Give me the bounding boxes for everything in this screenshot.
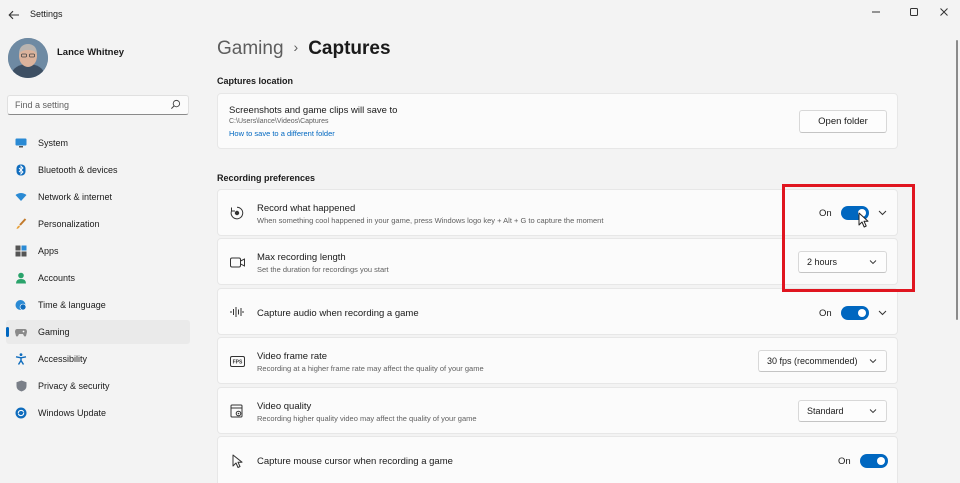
video-camera-icon [229,254,245,270]
search-placeholder: Find a setting [15,100,70,110]
video-frame-rate-row: FPS Video frame rate Recording at a high… [217,337,898,384]
dropdown-value: Standard [807,406,844,416]
gamepad-icon [15,326,27,338]
save-location-link[interactable]: How to save to a different folder [229,129,335,138]
sidebar-item-accounts[interactable]: Accounts [6,266,190,290]
breadcrumb: Gaming › Captures [217,38,391,60]
dropdown-value: 30 fps (recommended) [767,356,858,366]
wifi-icon [15,191,27,203]
update-icon [15,407,27,419]
sidebar-item-personalization[interactable]: Personalization [6,212,190,236]
capture-mouse-cursor-row[interactable]: Capture mouse cursor when recording a ga… [217,436,898,483]
toggle-state-label: On [819,308,832,319]
capture-mouse-cursor-title: Capture mouse cursor when recording a ga… [257,456,453,467]
sidebar-item-label: Apps [38,246,59,256]
video-frame-rate-dropdown[interactable]: 30 fps (recommended) [758,350,887,372]
brush-icon [15,218,27,230]
mouse-cursor-icon [858,212,869,228]
captures-location-card: Screenshots and game clips will save to … [217,93,898,149]
sidebar-item-windows-update[interactable]: Windows Update [6,401,190,425]
sidebar-item-label: Privacy & security [38,381,110,391]
max-recording-length-title: Max recording length [257,252,346,263]
video-quality-row: Video quality Recording higher quality v… [217,387,898,434]
search-icon[interactable] [170,99,181,110]
maximize-button[interactable] [901,4,927,20]
window-title: Settings [30,9,63,19]
captures-path: C:\Users\lance\Videos\Captures [229,118,329,125]
search-input[interactable]: Find a setting [7,95,189,115]
section-title-recording-preferences: Recording preferences [217,173,316,183]
capture-audio-toggle[interactable] [841,306,869,320]
sidebar-item-label: Personalization [38,219,100,229]
sidebar-item-label: Time & language [38,300,106,310]
audio-wave-icon [229,304,245,320]
fps-icon: FPS [229,353,245,369]
shield-icon [15,380,27,392]
record-what-happened-title: Record what happened [257,203,356,214]
section-title-captures-location: Captures location [217,76,294,86]
captures-location-title: Screenshots and game clips will save to [229,105,398,116]
title-bar: Settings [0,0,960,30]
chevron-down-icon [869,409,877,414]
close-button[interactable] [931,4,957,20]
minimize-button[interactable] [863,4,889,20]
breadcrumb-parent[interactable]: Gaming [217,38,284,60]
sidebar-item-label: Network & internet [38,192,113,202]
chevron-down-icon[interactable] [877,308,887,318]
sidebar-item-label: Accessibility [38,354,88,364]
apps-icon [15,245,27,257]
open-folder-button[interactable]: Open folder [799,110,887,133]
sidebar-nav: System Bluetooth & devices Network & int… [6,131,190,428]
breadcrumb-separator: › [293,39,299,55]
sidebar-item-label: Gaming [38,327,70,337]
mouse-pointer-icon [229,453,245,469]
sidebar-item-bluetooth-devices[interactable]: Bluetooth & devices [6,158,190,182]
bluetooth-icon [15,164,27,176]
user-name: Lance Whitney [57,47,125,58]
monitor-icon [15,137,27,149]
sidebar-item-apps[interactable]: Apps [6,239,190,263]
sidebar-item-label: System [38,138,69,148]
record-icon [229,205,245,221]
video-quality-dropdown[interactable]: Standard [798,400,887,422]
sidebar-item-label: Bluetooth & devices [38,165,118,175]
globe-clock-icon [15,299,27,311]
video-frame-rate-subtitle: Recording at a higher frame rate may aff… [257,364,484,373]
avatar[interactable] [8,38,48,78]
capture-audio-row[interactable]: Capture audio when recording a game On [217,288,898,335]
capture-mouse-cursor-toggle[interactable] [860,454,888,468]
sidebar-item-privacy-security[interactable]: Privacy & security [6,374,190,398]
highlight-box [782,184,915,292]
video-settings-icon [229,403,245,419]
page-title: Captures [308,38,391,59]
sidebar-item-label: Accounts [38,273,76,283]
scrollbar[interactable] [956,40,958,320]
video-quality-subtitle: Recording higher quality video may affec… [257,414,477,423]
video-quality-title: Video quality [257,401,312,412]
sidebar-item-network-internet[interactable]: Network & internet [6,185,190,209]
svg-text:FPS: FPS [232,359,242,365]
person-icon [15,272,27,284]
sidebar-item-time-language[interactable]: Time & language [6,293,190,317]
max-recording-length-subtitle: Set the duration for recordings you star… [257,265,389,274]
record-what-happened-subtitle: When something cool happened in your gam… [257,216,604,225]
sidebar-item-label: Windows Update [38,408,107,418]
capture-audio-title: Capture audio when recording a game [257,308,419,319]
chevron-down-icon [869,359,877,364]
video-frame-rate-title: Video frame rate [257,351,328,362]
accessibility-icon [15,353,27,365]
back-arrow-icon[interactable] [6,7,22,23]
sidebar-item-gaming[interactable]: Gaming [6,320,190,344]
sidebar-item-accessibility[interactable]: Accessibility [6,347,190,371]
sidebar-item-system[interactable]: System [6,131,190,155]
toggle-state-label: On [838,456,851,467]
